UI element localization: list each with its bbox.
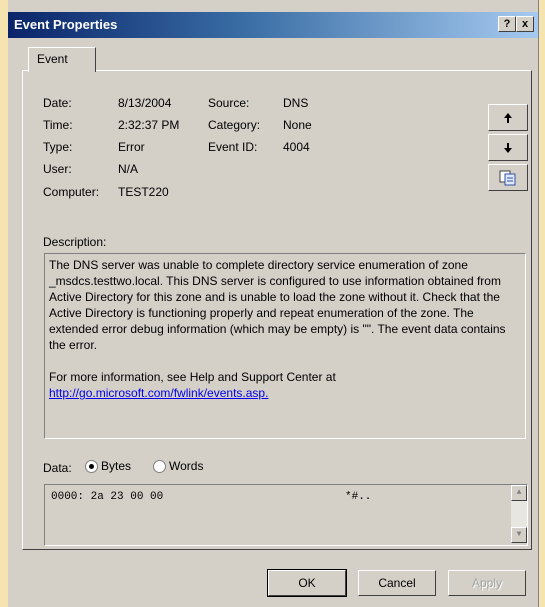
data-textbox[interactable]: 0000: 2a 23 00 00 *#.. ▲ ▼	[44, 484, 528, 546]
category-value: None	[283, 118, 312, 132]
arrow-down-icon	[504, 142, 512, 153]
apply-button[interactable]: Apply	[448, 570, 526, 596]
computer-value: TEST220	[118, 185, 169, 199]
user-label: User:	[43, 162, 72, 176]
title-bar: Event Properties ? x	[8, 12, 538, 38]
time-value: 2:32:37 PM	[118, 118, 180, 132]
more-info-text: For more information, see Help and Suppo…	[49, 370, 336, 384]
data-ascii-line: *#..	[345, 491, 372, 503]
words-radio-indicator	[153, 460, 166, 474]
scroll-down-icon[interactable]: ▼	[511, 527, 527, 543]
event-properties-dialog: Event Properties ? x Event Date: 8/13/20…	[8, 0, 539, 607]
tab-event-label: Event	[37, 52, 68, 66]
date-label: Date:	[43, 96, 72, 110]
source-value: DNS	[283, 96, 309, 110]
event-id-label: Event ID:	[208, 140, 258, 154]
description-textbox[interactable]: The DNS server was unable to complete di…	[44, 253, 526, 439]
previous-event-button[interactable]	[488, 104, 528, 131]
data-label: Data:	[43, 461, 72, 475]
type-label: Type:	[43, 140, 73, 154]
date-value: 8/13/2004	[118, 96, 172, 110]
bytes-radio-indicator	[85, 460, 98, 474]
bytes-radio[interactable]: Bytes	[85, 459, 132, 474]
words-radio[interactable]: Words	[153, 459, 204, 474]
user-value: N/A	[118, 162, 139, 176]
computer-label: Computer:	[43, 185, 100, 199]
ok-button[interactable]: OK	[267, 569, 347, 597]
help-button[interactable]: ?	[498, 16, 516, 32]
window-title: Event Properties	[14, 17, 118, 32]
event-id-value: 4004	[283, 140, 310, 154]
copy-button[interactable]	[488, 164, 528, 191]
description-label: Description:	[43, 235, 107, 249]
copy-icon	[499, 170, 516, 185]
scroll-up-icon[interactable]: ▲	[511, 485, 527, 501]
type-value: Error	[118, 140, 145, 154]
arrow-up-icon	[504, 112, 512, 123]
help-link[interactable]: http://go.microsoft.com/fwlink/events.as…	[49, 385, 521, 401]
source-label: Source:	[208, 96, 250, 110]
words-radio-label: Words	[169, 459, 204, 473]
tab-event[interactable]: Event	[28, 47, 96, 72]
cancel-button[interactable]: Cancel	[358, 570, 436, 596]
data-hex-line: 0000: 2a 23 00 00	[51, 491, 164, 503]
close-button[interactable]: x	[516, 16, 534, 32]
data-scrollbar[interactable]: ▲ ▼	[511, 485, 527, 543]
bytes-radio-label: Bytes	[101, 459, 132, 473]
category-label: Category:	[208, 118, 261, 132]
next-event-button[interactable]	[488, 134, 528, 161]
time-label: Time:	[43, 118, 73, 132]
description-text: The DNS server was unable to complete di…	[49, 258, 506, 352]
